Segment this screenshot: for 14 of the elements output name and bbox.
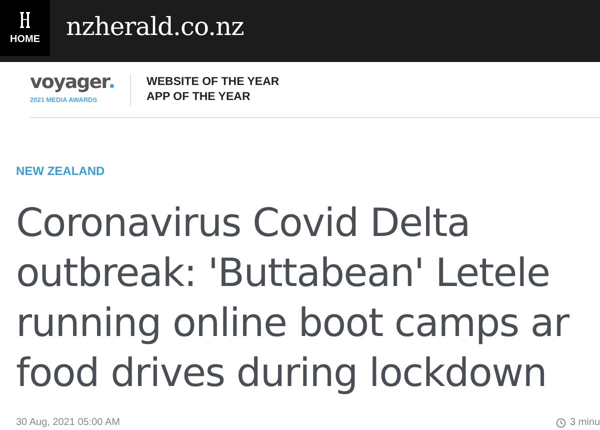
site-name-link[interactable]: nzherald.co.nz xyxy=(66,8,244,46)
publish-date: 30 Aug, 2021 05:00 AM xyxy=(16,416,120,430)
award-title: APP OF THE YEAR xyxy=(146,90,252,104)
award-title: WEBSITE OF THE YEAR xyxy=(146,75,280,90)
headline-line: outbreak: 'Buttabean' Letele xyxy=(16,250,551,298)
brand-dot-icon xyxy=(110,84,114,88)
clock-icon xyxy=(556,418,566,428)
headline-line: food drives during lockdown xyxy=(16,350,548,398)
read-time: 3 minu xyxy=(570,416,600,430)
herald-logo-icon xyxy=(18,11,32,29)
headline-line: running online boot camps ar xyxy=(16,300,570,348)
headline-line: Coronavirus Covid Delta xyxy=(16,200,471,248)
awards-brand: voyager xyxy=(30,73,110,92)
home-logo-button[interactable]: HOME xyxy=(0,0,50,56)
